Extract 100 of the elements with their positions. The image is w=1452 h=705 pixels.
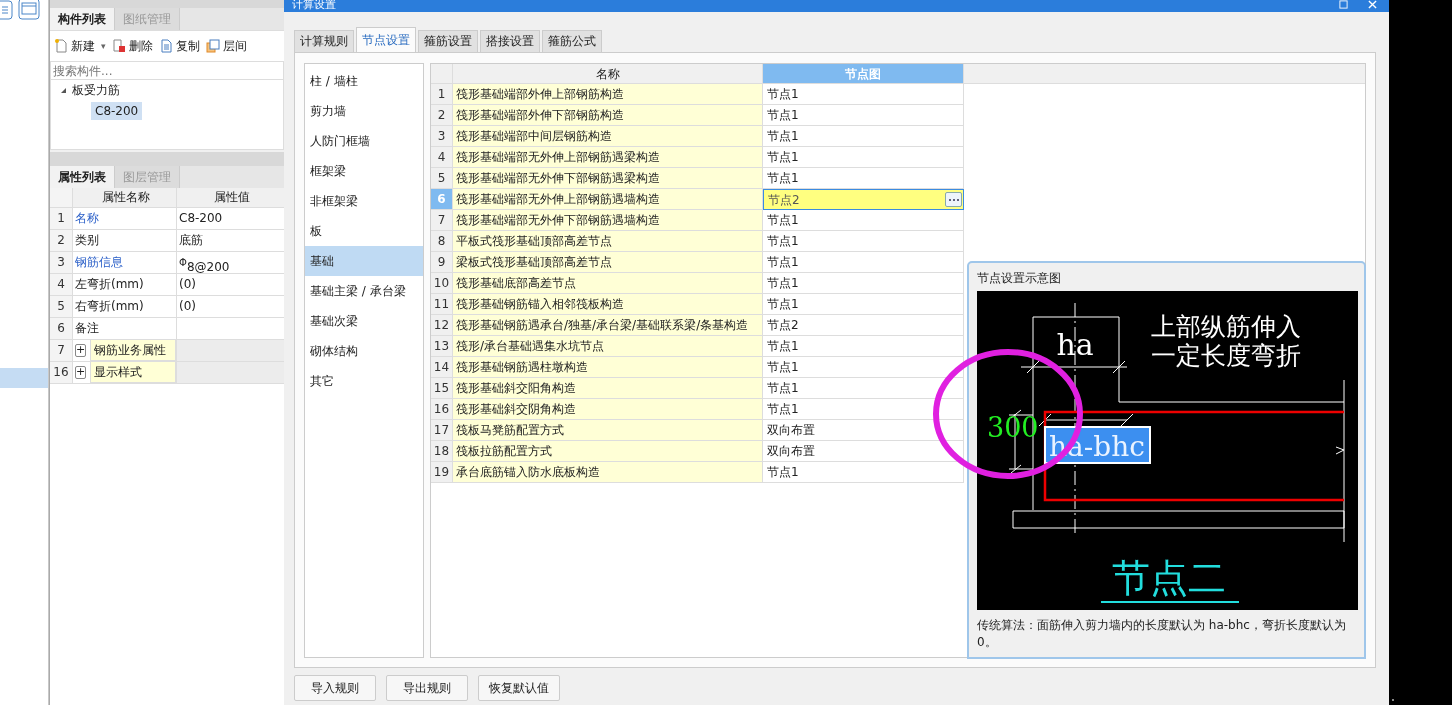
tree-item[interactable]: 板受力筋 [72,81,120,99]
category-item[interactable]: 基础主梁 / 承台梁 [305,276,423,306]
search-field[interactable]: 搜索构件... [50,61,284,80]
category-item[interactable]: 其它 [305,366,423,396]
new-file-icon [54,39,68,53]
column-header: 属性名称 [72,188,176,207]
expand-triangle-icon[interactable] [61,87,66,93]
maximize-icon[interactable] [1339,0,1348,9]
category-item[interactable]: 剪力墙 [305,96,423,126]
table-cell[interactable]: 节点1 [763,231,964,252]
group-name: 钢筋业务属性 [90,340,176,361]
row-number: 2 [50,230,72,251]
table-cell[interactable]: 节点1 [763,84,964,105]
panel-tab[interactable]: 构件列表 [50,8,115,30]
category-item[interactable]: 人防门框墙 [305,126,423,156]
settings-tab[interactable]: 计算规则 [294,30,354,52]
table-cell[interactable]: 节点1 [763,378,964,399]
tree-item[interactable]: C8-200 [91,102,143,120]
table-cell[interactable]: 节点1 [763,357,964,378]
table-cell: 筏板马凳筋配置方式 [452,420,763,441]
row-number: 5 [50,296,72,317]
table-cell: 筏形基础钢筋遇柱墩构造 [452,357,763,378]
column-header[interactable]: 名称 [452,64,763,84]
category-item[interactable]: 柱 / 墙柱 [305,66,423,96]
table-cell[interactable]: 节点1 [763,126,964,147]
table-cell: 筏形基础端部无外伸下部钢筋遇梁构造 [452,168,763,189]
dimension-label: 300 [987,412,1039,443]
table-cell[interactable]: 节点1 [763,399,964,420]
category-item[interactable]: 非框架梁 [305,186,423,216]
panel-tab[interactable]: 属性列表 [50,166,115,188]
node-title: 节点二 [1112,556,1226,600]
category-item[interactable]: 基础次梁 [305,306,423,336]
table-cell: 筏形/承台基础遇集水坑节点 [452,336,763,357]
property-name: 左弯折(mm) [72,274,176,295]
settings-tab[interactable]: 箍筋设置 [418,30,478,52]
row-number: 16 [431,399,452,420]
row-number: 6 [431,189,452,210]
category-item[interactable]: 板 [305,216,423,246]
category-item[interactable]: 基础 [305,246,423,276]
group-name: 显示样式 [90,362,176,383]
table-cell: 筏形基础端部无外伸下部钢筋遇墙构造 [452,210,763,231]
row-number: 5 [431,168,452,189]
dot-mark [1392,699,1394,701]
table-cell: 筏形基础斜交阳角构造 [452,378,763,399]
row-number: 18 [431,441,452,462]
table-cell: 筏形基础端部外伸下部钢筋构造 [452,105,763,126]
table-cell[interactable]: 节点1 [763,105,964,126]
layers-icon [205,39,220,53]
table-cell: 筏形基础底部高差节点 [452,273,763,294]
table-cell[interactable]: 双向布置 [763,441,964,462]
table-cell: 平板式筏形基础顶部高差节点 [452,231,763,252]
settings-tab[interactable]: 箍筋公式 [542,30,602,52]
toolbar-button[interactable]: 复制 [158,37,200,55]
settings-tab[interactable]: 节点设置 [356,27,416,52]
window-icon[interactable] [18,0,40,20]
row-number: 11 [431,294,452,315]
expand-toggle[interactable]: + [75,366,87,379]
toolbar-button[interactable]: 层间 [205,37,247,55]
close-icon[interactable] [1368,0,1377,9]
row-number: 1 [431,84,452,105]
dialog-button[interactable]: 导出规则 [386,675,468,701]
table-cell[interactable]: 节点2 [763,315,964,336]
table-cell: 筏形基础端部外伸上部钢筋构造 [452,84,763,105]
caption-text: 传统算法：面筋伸入剪力墙内的长度默认为 ha-bhc，弯折长度默认为0。 [977,617,1347,651]
category-item[interactable]: 砌体结构 [305,336,423,366]
note-text: 上部纵筋伸入 [1151,312,1301,341]
dialog-button[interactable]: 导入规则 [294,675,376,701]
property-name: 名称 [72,208,176,229]
property-name: 钢筋信息 [72,252,176,273]
toolbar-button[interactable]: 删除 [111,37,153,55]
row-number: 10 [431,273,452,294]
table-cell[interactable]: 节点1 [763,252,964,273]
row-number: 16 [50,362,72,383]
copy-icon [158,39,173,53]
category-item[interactable]: 框架梁 [305,156,423,186]
expand-toggle[interactable]: + [75,344,87,357]
table-cell[interactable]: 双向布置 [763,420,964,441]
corner-cell [431,64,452,84]
dimension-label: ha [1056,327,1094,362]
list-icon[interactable] [0,0,14,20]
more-button[interactable] [945,192,962,207]
settings-tab[interactable]: 搭接设置 [480,30,540,52]
row-number: 3 [50,252,72,273]
table-cell[interactable]: 节点1 [763,210,964,231]
ellipsis-icon [947,197,960,202]
row-number: 4 [50,274,72,295]
row-number: 7 [50,340,72,361]
row-number: 19 [431,462,452,483]
table-cell[interactable]: 节点1 [763,294,964,315]
note-text: 一定长度弯折 [1151,341,1301,370]
delete-icon [111,39,126,53]
table-cell[interactable]: 节点2 [763,189,964,210]
table-cell[interactable]: 节点1 [763,273,964,294]
table-cell[interactable]: 节点1 [763,336,964,357]
property-name: 备注 [72,318,176,339]
dialog-button[interactable]: 恢复默认值 [478,675,560,701]
table-cell[interactable]: 节点1 [763,147,964,168]
table-cell[interactable]: 节点1 [763,462,964,483]
table-cell: 梁板式筏形基础顶部高差节点 [452,252,763,273]
toolbar-button[interactable]: 新建 ▾ [54,37,106,55]
